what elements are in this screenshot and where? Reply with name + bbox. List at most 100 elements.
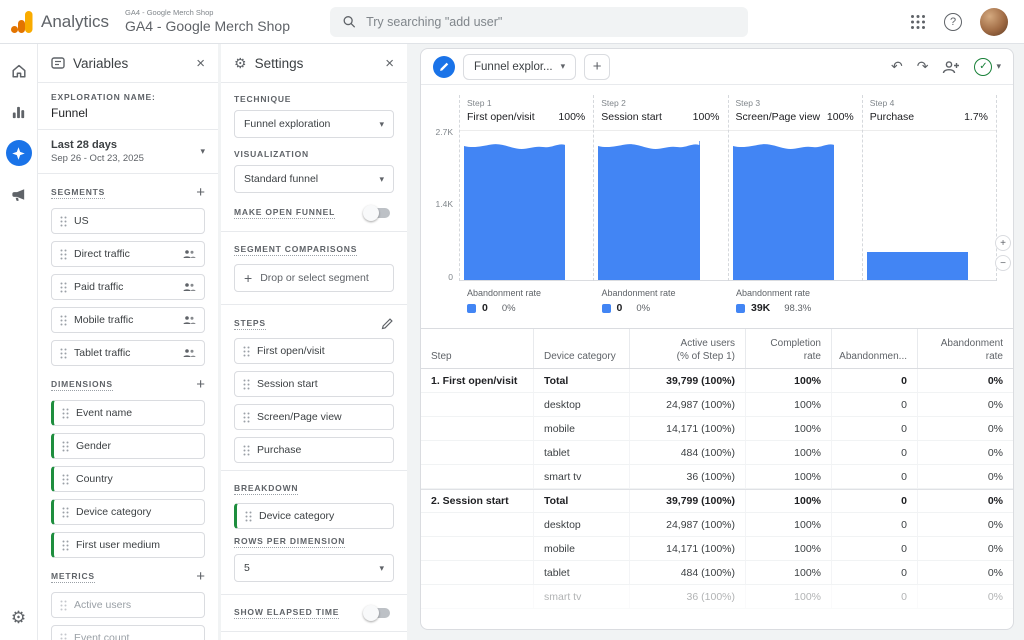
tab-label: Funnel explor... xyxy=(474,61,553,73)
visualization-label: VISUALIZATION xyxy=(234,149,394,159)
cell-abandonments: 0 xyxy=(831,417,917,440)
metric-chip[interactable]: Active users xyxy=(51,592,205,618)
search-input[interactable] xyxy=(366,15,736,29)
segment-label: Direct traffic xyxy=(74,248,130,260)
date-range-selector[interactable]: Last 28 days Sep 26 - Oct 23, 2025 ▾ xyxy=(51,130,205,173)
step-chip-label: Session start xyxy=(257,378,318,390)
table-row: desktop 24,987 (100%) 100% 0 0% xyxy=(421,393,1013,417)
cell-step xyxy=(421,393,533,416)
zoom-out-button[interactable]: − xyxy=(995,255,1011,271)
exploration-canvas: Funnel explor... ▾ + ↶ ↷ ✓ ▾ xyxy=(420,48,1014,630)
account-label: GA4 - Google Merch Shop xyxy=(125,9,290,18)
funnel-step-chip[interactable]: Purchase xyxy=(234,437,394,463)
show-elapsed-time-label: SHOW ELAPSED TIME xyxy=(234,607,339,619)
close-icon[interactable]: × xyxy=(385,56,394,71)
help-icon[interactable]: ? xyxy=(944,13,962,31)
cell-step xyxy=(421,513,533,536)
technique-select[interactable]: Funnel exploration ▾ xyxy=(234,110,394,138)
explore-compass-icon xyxy=(11,146,26,161)
nav-home[interactable] xyxy=(6,58,32,84)
visualization-select[interactable]: Standard funnel ▾ xyxy=(234,165,394,193)
drag-handle-icon xyxy=(60,315,67,326)
app-header: Analytics GA4 - Google Merch Shop GA4 - … xyxy=(0,0,1024,44)
segment-chip[interactable]: US xyxy=(51,208,205,234)
analytics-logo[interactable]: Analytics xyxy=(10,10,109,34)
funnel-step-chip[interactable]: First open/visit xyxy=(234,338,394,364)
dimension-chip[interactable]: Event name xyxy=(51,400,205,426)
share-person-add-icon[interactable] xyxy=(942,60,960,74)
nav-reports[interactable] xyxy=(6,99,32,125)
variables-panel: Variables × EXPLORATION NAME: Funnel Las… xyxy=(38,44,218,640)
dimension-label: Country xyxy=(76,473,113,485)
cell-step xyxy=(421,561,533,584)
step-name: Purchase xyxy=(870,111,914,123)
table-row: 2. Session start Total 39,799 (100%) 100… xyxy=(421,489,1013,513)
cell-abandonments: 0 xyxy=(831,490,917,512)
dimension-chip[interactable]: Gender xyxy=(51,433,205,459)
undo-icon[interactable]: ↶ xyxy=(891,58,903,75)
make-open-funnel-label: MAKE OPEN FUNNEL xyxy=(234,207,335,219)
show-elapsed-time-toggle[interactable] xyxy=(366,608,390,618)
edit-pencil-icon[interactable] xyxy=(381,317,394,330)
search-bar[interactable] xyxy=(330,7,748,37)
funnel-step-column: Step 3 Screen/Page view 100% xyxy=(728,95,862,281)
step-chip-label: First open/visit xyxy=(257,345,325,357)
dimension-chip[interactable]: Device category xyxy=(51,499,205,525)
col-header-step: Step xyxy=(421,329,533,368)
property-switcher[interactable]: GA4 - Google Merch Shop GA4 - Google Mer… xyxy=(125,9,290,34)
segment-chip[interactable]: Mobile traffic xyxy=(51,307,205,333)
dimension-chip[interactable]: Country xyxy=(51,466,205,492)
cell-completion-rate: 100% xyxy=(745,513,831,536)
exploration-name-value[interactable]: Funnel xyxy=(51,106,205,120)
drag-handle-icon xyxy=(243,412,250,423)
settings-gear-icon: ⚙ xyxy=(234,55,247,72)
tab-funnel-exploration[interactable]: Funnel explor... ▾ xyxy=(463,54,576,80)
make-open-funnel-toggle[interactable] xyxy=(366,208,390,218)
cell-active-users: 24,987 (100%) xyxy=(629,393,745,416)
cell-abandonment-rate: 0% xyxy=(917,513,1013,536)
funnel-step-chip[interactable]: Screen/Page view xyxy=(234,404,394,430)
funnel-data-table: Step Device category Active users(% of S… xyxy=(421,328,1013,609)
funnel-bar[interactable] xyxy=(733,141,834,280)
step-name: First open/visit xyxy=(467,111,535,123)
cell-step xyxy=(421,465,533,488)
segment-chip[interactable]: Tablet traffic xyxy=(51,340,205,366)
table-body: 1. First open/visit Total 39,799 (100%) … xyxy=(421,369,1013,609)
people-icon xyxy=(182,315,196,325)
rows-per-dimension-select[interactable]: 5 ▾ xyxy=(234,554,394,582)
funnel-bar[interactable] xyxy=(464,141,565,280)
redo-icon[interactable]: ↷ xyxy=(917,58,929,75)
segment-chip[interactable]: Paid traffic xyxy=(51,274,205,300)
nav-advertising[interactable] xyxy=(6,181,32,207)
dimension-chip[interactable]: First user medium xyxy=(51,532,205,558)
nav-explore[interactable] xyxy=(6,140,32,166)
add-metric-button[interactable]: + xyxy=(196,569,205,584)
edit-tab-icon[interactable] xyxy=(433,56,455,78)
funnel-bar[interactable] xyxy=(867,252,968,280)
add-tab-button[interactable]: + xyxy=(584,54,610,80)
segment-chip[interactable]: Direct traffic xyxy=(51,241,205,267)
cell-completion-rate: 100% xyxy=(745,561,831,584)
segment-comparison-dropzone[interactable]: + Drop or select segment xyxy=(234,264,394,292)
abandonment-pct: 98.3% xyxy=(784,303,811,314)
close-icon[interactable]: × xyxy=(196,56,205,71)
home-icon xyxy=(10,62,28,80)
zoom-in-button[interactable]: + xyxy=(995,235,1011,251)
megaphone-icon xyxy=(10,186,27,203)
cell-step xyxy=(421,417,533,440)
add-segment-button[interactable]: + xyxy=(196,185,205,200)
cell-completion-rate: 100% xyxy=(745,417,831,440)
metric-chip[interactable]: Event count xyxy=(51,625,205,640)
apps-grid-icon[interactable] xyxy=(910,14,926,30)
funnel-step-column: Step 4 Purchase 1.7% xyxy=(862,95,997,281)
funnel-bar[interactable] xyxy=(598,141,699,280)
cell-device-category: smart tv xyxy=(533,465,629,488)
add-dimension-button[interactable]: + xyxy=(196,377,205,392)
funnel-step-chip[interactable]: Session start xyxy=(234,371,394,397)
dimension-label: Gender xyxy=(76,440,111,452)
breakdown-chip[interactable]: Device category xyxy=(234,503,394,529)
saved-status[interactable]: ✓ ▾ xyxy=(974,58,1001,76)
avatar[interactable] xyxy=(980,8,1008,36)
admin-gear-icon[interactable]: ⚙ xyxy=(11,608,26,628)
google-analytics-logo-icon xyxy=(10,10,34,34)
